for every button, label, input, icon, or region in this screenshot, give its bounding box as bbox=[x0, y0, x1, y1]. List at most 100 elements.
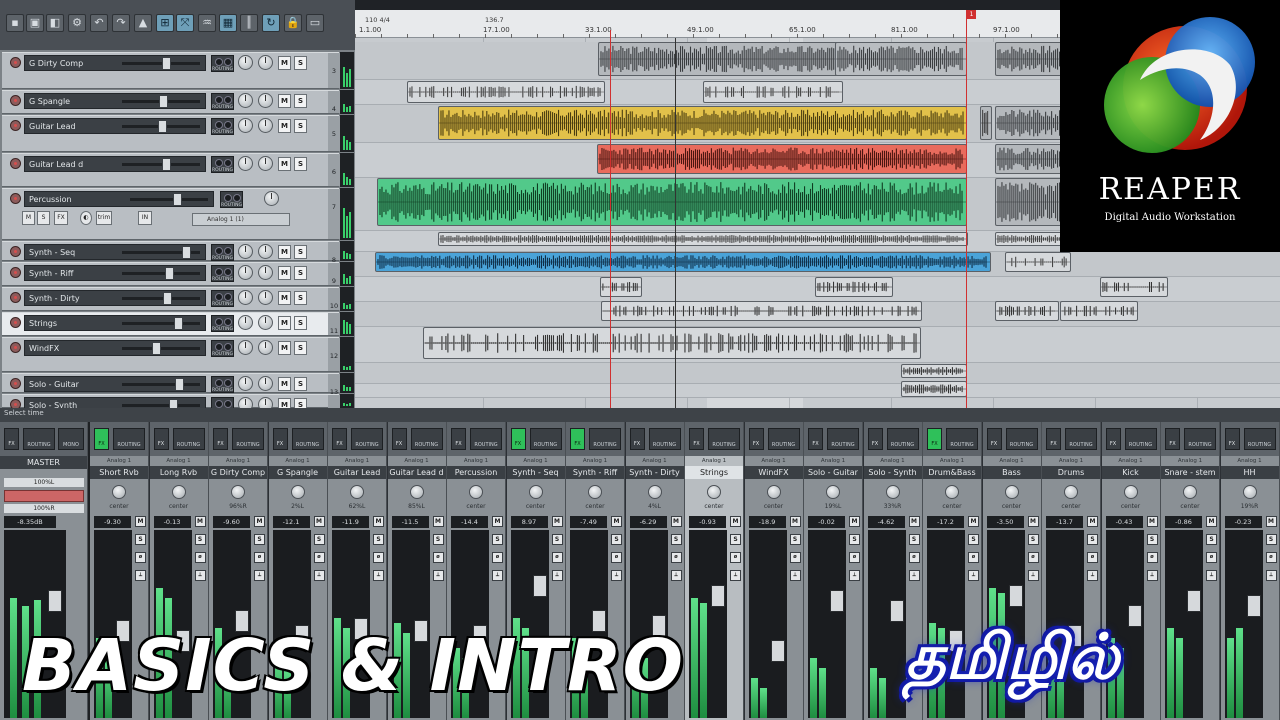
fx-button[interactable]: FX bbox=[867, 428, 883, 450]
pan-knob[interactable] bbox=[258, 265, 273, 280]
media-item[interactable] bbox=[601, 301, 922, 321]
automation-icon[interactable]: ⟂ bbox=[730, 570, 741, 581]
automation-icon[interactable]: ⟂ bbox=[1087, 570, 1098, 581]
fader-handle[interactable] bbox=[158, 120, 167, 133]
volume-knob[interactable] bbox=[238, 55, 253, 70]
fx-button[interactable]: FX bbox=[570, 428, 585, 450]
fader-handle[interactable] bbox=[174, 317, 183, 330]
track-header[interactable]: Synth - Seq ROUTING M S 8 bbox=[2, 241, 340, 264]
master-pan-right[interactable]: 100%R bbox=[4, 504, 84, 513]
fader-handle[interactable] bbox=[48, 590, 62, 612]
fx-button[interactable]: FX bbox=[927, 428, 942, 450]
mute-button[interactable]: M bbox=[278, 94, 291, 108]
phase-icon[interactable]: ø bbox=[135, 552, 146, 563]
record-arm-icon[interactable] bbox=[10, 57, 21, 68]
fader-handle[interactable] bbox=[532, 575, 547, 597]
track-volume-fader[interactable] bbox=[122, 120, 200, 133]
pan-knob[interactable] bbox=[528, 485, 543, 499]
routing-button[interactable]: ROUTING bbox=[211, 340, 234, 357]
routing-button[interactable]: ROUTING bbox=[172, 428, 205, 450]
routing-button[interactable]: ROUTING bbox=[827, 428, 859, 450]
solo-button[interactable]: S bbox=[294, 316, 307, 330]
mute-button[interactable]: M bbox=[1027, 516, 1039, 527]
fader-handle[interactable] bbox=[159, 95, 168, 108]
mute-button[interactable]: M bbox=[135, 516, 146, 527]
envelope-icon[interactable]: ♒ bbox=[198, 14, 216, 32]
mono-button[interactable]: MONO bbox=[58, 428, 84, 450]
new-project-icon[interactable]: ▪ bbox=[6, 14, 24, 32]
loop-icon[interactable]: ↻ bbox=[262, 14, 280, 32]
mute-button[interactable]: M bbox=[278, 157, 291, 171]
media-item[interactable] bbox=[995, 301, 1059, 321]
phase-icon[interactable]: ø bbox=[313, 552, 325, 563]
volume-knob[interactable] bbox=[238, 265, 253, 280]
mute-button[interactable]: M bbox=[278, 316, 291, 330]
solo-button[interactable]: S bbox=[294, 291, 307, 305]
record-arm-icon[interactable] bbox=[10, 292, 21, 303]
mute-button[interactable]: M bbox=[22, 211, 35, 225]
phase-icon[interactable]: ø bbox=[611, 552, 622, 563]
mute-button[interactable]: M bbox=[278, 56, 291, 70]
media-item[interactable] bbox=[438, 106, 967, 140]
fader-handle[interactable] bbox=[163, 292, 172, 305]
solo-button[interactable]: S bbox=[313, 534, 325, 545]
fx-button[interactable]: FX bbox=[748, 428, 764, 450]
automation-icon[interactable]: ⟂ bbox=[194, 570, 206, 581]
automation-icon[interactable]: ⟂ bbox=[1206, 570, 1217, 581]
pan-knob[interactable] bbox=[707, 485, 721, 499]
volume-knob[interactable] bbox=[238, 376, 253, 391]
fader-handle[interactable] bbox=[1246, 595, 1261, 617]
routing-button[interactable]: ROUTING bbox=[1005, 428, 1038, 450]
pan-knob[interactable] bbox=[350, 485, 364, 499]
mute-button[interactable]: M bbox=[1087, 516, 1098, 527]
record-arm-icon[interactable] bbox=[10, 267, 21, 278]
fx-button[interactable]: FX bbox=[213, 428, 228, 450]
fx-button[interactable]: FX bbox=[94, 428, 109, 450]
media-item[interactable] bbox=[901, 381, 967, 397]
mute-button[interactable]: M bbox=[194, 516, 206, 527]
routing-button[interactable]: ROUTING bbox=[211, 118, 234, 135]
solo-button[interactable]: S bbox=[492, 534, 503, 545]
automation-icon[interactable]: ⟂ bbox=[1265, 570, 1277, 581]
track-header[interactable]: Synth - Dirty ROUTING M S 10 bbox=[2, 287, 340, 311]
media-item[interactable] bbox=[438, 232, 968, 246]
play-cursor[interactable] bbox=[966, 10, 967, 408]
phase-icon[interactable]: ø bbox=[373, 552, 384, 563]
automation-icon[interactable]: ⟂ bbox=[135, 570, 146, 581]
phase-icon[interactable]: ø bbox=[849, 552, 860, 563]
fader-handle[interactable] bbox=[173, 193, 182, 206]
routing-button[interactable]: ROUTING bbox=[211, 290, 234, 307]
fx-button[interactable]: FX bbox=[391, 428, 407, 450]
media-item[interactable] bbox=[980, 106, 992, 140]
input-select[interactable]: Analog 1 (1) bbox=[192, 213, 290, 226]
volume-knob[interactable] bbox=[238, 244, 253, 259]
track-header[interactable]: Guitar Lead ROUTING M S 5 bbox=[2, 115, 340, 152]
fx-button[interactable]: FX bbox=[1165, 428, 1180, 450]
mute-button[interactable]: M bbox=[278, 119, 291, 133]
pan-knob[interactable] bbox=[258, 315, 273, 330]
mute-button[interactable]: M bbox=[278, 266, 291, 280]
routing-button[interactable]: ROUTING bbox=[23, 428, 55, 450]
pan-knob[interactable] bbox=[766, 485, 781, 499]
track-header[interactable]: WindFX ROUTING M S 12 bbox=[2, 337, 340, 372]
fx-button[interactable]: FX bbox=[451, 428, 466, 450]
automation-icon[interactable]: ⟂ bbox=[849, 570, 860, 581]
solo-button[interactable]: S bbox=[1206, 534, 1217, 545]
pan-knob[interactable] bbox=[258, 156, 273, 171]
fader-handle[interactable] bbox=[1187, 590, 1201, 612]
routing-button[interactable]: ROUTING bbox=[113, 428, 145, 450]
track-volume-fader[interactable] bbox=[122, 378, 200, 391]
mute-button[interactable]: M bbox=[908, 516, 920, 527]
solo-button[interactable]: S bbox=[1027, 534, 1039, 545]
record-arm-icon[interactable] bbox=[10, 120, 21, 131]
solo-button[interactable]: S bbox=[1146, 534, 1158, 545]
solo-button[interactable]: S bbox=[37, 211, 50, 225]
automation-icon[interactable]: ⟂ bbox=[670, 570, 682, 581]
routing-button[interactable]: ROUTING bbox=[211, 265, 234, 282]
pan-knob[interactable] bbox=[826, 485, 840, 499]
mute-button[interactable]: M bbox=[789, 516, 801, 527]
record-arm-icon[interactable] bbox=[10, 158, 21, 169]
media-item[interactable] bbox=[1100, 277, 1168, 297]
track-header[interactable]: G Spangle ROUTING M S 4 bbox=[2, 90, 340, 114]
fader-handle[interactable] bbox=[152, 342, 161, 355]
